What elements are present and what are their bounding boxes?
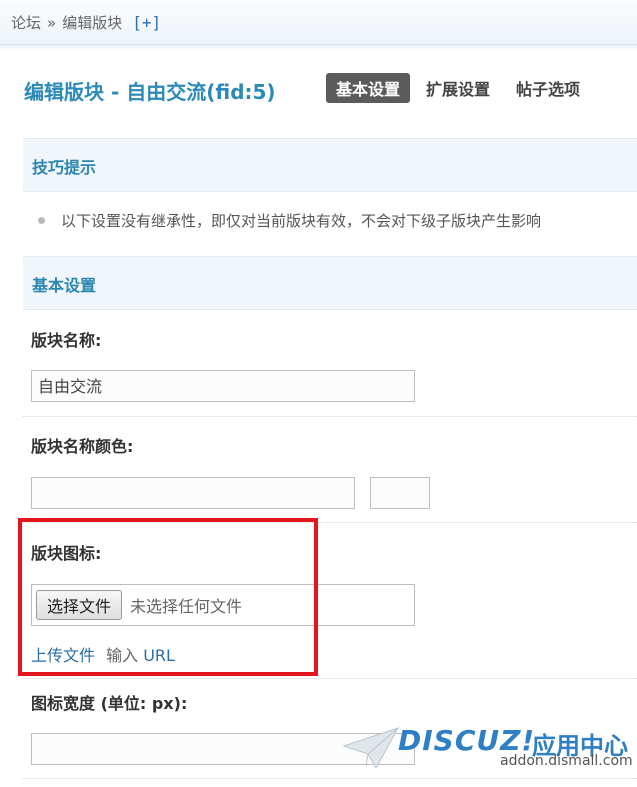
choose-file-button[interactable]: 选择文件 bbox=[36, 590, 123, 620]
basic-settings-header: 基本设置 bbox=[23, 256, 637, 310]
paper-plane-icon bbox=[342, 727, 400, 770]
basic-settings-title: 基本设置 bbox=[32, 276, 97, 295]
tips-title: 技巧提示 bbox=[32, 158, 97, 177]
breadcrumb-current: 编辑版块 bbox=[62, 14, 123, 32]
tip-text: 以下设置没有继承性，即仅对当前版块有效，不会对下级子版块产生影响 bbox=[61, 212, 542, 230]
page-title: 编辑版块 - 自由交流(fid:5) bbox=[24, 80, 276, 104]
breadcrumb-forum-link[interactable]: 论坛 bbox=[11, 12, 41, 33]
bullet-icon bbox=[38, 217, 45, 224]
discuz-watermark: DISCUZ! 应用中心 addon.dismall.com bbox=[342, 718, 637, 787]
tips-header: 技巧提示 bbox=[23, 138, 637, 192]
tab-thread-options[interactable]: 帖子选项 bbox=[506, 73, 590, 103]
forum-icon-label: 版块图标: bbox=[31, 544, 102, 563]
icon-file-input[interactable]: 选择文件 未选择任何文件 bbox=[31, 584, 415, 626]
forum-name-color-label: 版块名称颜色: bbox=[31, 437, 134, 456]
add-shortcut-button[interactable]: [+] bbox=[132, 13, 161, 32]
topbar-shadow bbox=[0, 45, 637, 51]
icon-source-toggle: 上传文件 输入 URL bbox=[31, 642, 175, 666]
upload-file-link[interactable]: 上传文件 bbox=[31, 646, 95, 665]
divider bbox=[23, 678, 637, 679]
forum-name-input[interactable]: 自由交流 bbox=[31, 370, 415, 402]
divider bbox=[23, 522, 637, 523]
tab-bar: 基本设置 扩展设置 帖子选项 bbox=[326, 73, 596, 103]
input-url-link[interactable]: 输入 URL bbox=[106, 646, 175, 665]
tab-basic-settings[interactable]: 基本设置 bbox=[326, 73, 411, 103]
breadcrumb-separator: » bbox=[47, 13, 57, 32]
divider bbox=[23, 416, 637, 417]
breadcrumb: 论坛 » 编辑版块 [+] bbox=[11, 12, 161, 33]
watermark-url: addon.dismall.com bbox=[500, 753, 633, 769]
forum-name-label: 版块名称: bbox=[31, 331, 102, 350]
icon-width-label: 图标宽度 (单位: px): bbox=[31, 694, 188, 713]
breadcrumb-bar: 论坛 » 编辑版块 [+] bbox=[0, 0, 637, 45]
forum-name-color-input[interactable] bbox=[31, 477, 355, 509]
file-status-text: 未选择任何文件 bbox=[130, 597, 243, 616]
tab-extended-settings[interactable]: 扩展设置 bbox=[416, 73, 500, 103]
input-url-prefix: 输入 bbox=[106, 646, 139, 665]
color-picker-swatch[interactable] bbox=[370, 477, 430, 509]
tip-item: 以下设置没有继承性，即仅对当前版块有效，不会对下级子版块产生影响 bbox=[38, 210, 541, 231]
input-url-text: URL bbox=[143, 646, 175, 665]
